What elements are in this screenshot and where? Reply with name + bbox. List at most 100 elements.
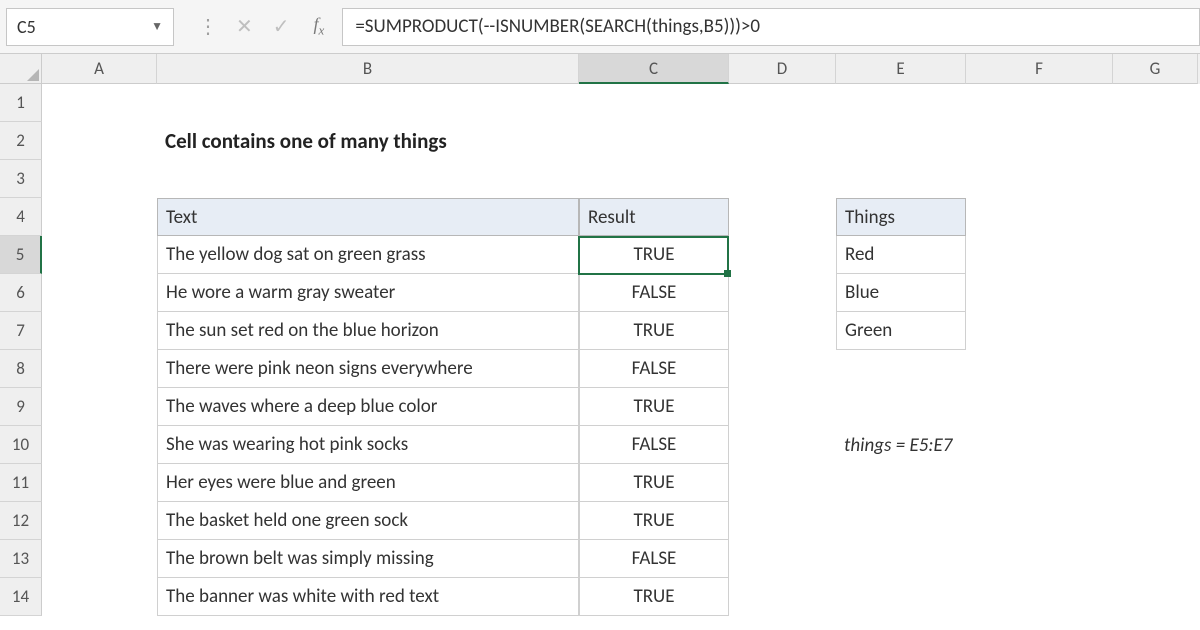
cell[interactable] — [42, 198, 157, 236]
cell[interactable] — [729, 122, 836, 160]
row-header[interactable]: 1 — [0, 84, 42, 122]
cell[interactable] — [1113, 274, 1198, 312]
cell[interactable] — [729, 426, 836, 464]
cell[interactable] — [836, 350, 966, 388]
cell[interactable] — [966, 312, 1113, 350]
cell[interactable] — [42, 388, 157, 426]
page-title[interactable]: Cell contains one of many things — [157, 122, 579, 160]
cell[interactable] — [966, 274, 1113, 312]
cell[interactable] — [579, 160, 729, 198]
row-header[interactable]: 8 — [0, 350, 42, 388]
cell[interactable] — [1113, 198, 1198, 236]
cell[interactable] — [42, 502, 157, 540]
cell[interactable] — [42, 578, 157, 616]
table-row-result[interactable]: FALSE — [579, 426, 729, 464]
cell[interactable] — [1113, 464, 1198, 502]
table-header-result[interactable]: Result — [579, 198, 729, 236]
col-header-B[interactable]: B — [157, 54, 579, 84]
cell[interactable] — [729, 502, 836, 540]
named-range-note[interactable]: things = E5:E7 — [836, 426, 966, 464]
table-row[interactable]: The brown belt was simply missing — [157, 540, 579, 578]
table-row-result[interactable]: TRUE — [579, 312, 729, 350]
cell[interactable] — [42, 426, 157, 464]
drag-handle-icon[interactable]: ⋮ — [198, 14, 216, 39]
cell[interactable] — [729, 540, 836, 578]
table-row-result[interactable]: TRUE — [579, 464, 729, 502]
cell[interactable] — [966, 426, 1113, 464]
name-box[interactable]: C5 ▼ — [6, 8, 174, 46]
cell[interactable] — [42, 84, 157, 122]
cell[interactable] — [966, 198, 1113, 236]
formula-input[interactable]: =SUMPRODUCT(--ISNUMBER(SEARCH(things,B5)… — [342, 8, 1200, 46]
table-row-result[interactable]: TRUE — [579, 502, 729, 540]
cell[interactable] — [966, 236, 1113, 274]
cell[interactable] — [1113, 388, 1198, 426]
cell[interactable] — [157, 160, 579, 198]
select-all-triangle[interactable] — [0, 54, 42, 84]
cell[interactable] — [966, 502, 1113, 540]
cell[interactable] — [579, 84, 729, 122]
col-header-A[interactable]: A — [42, 54, 157, 84]
table-row-result[interactable]: TRUE — [579, 236, 729, 274]
cell[interactable] — [42, 312, 157, 350]
cell[interactable] — [836, 160, 966, 198]
cell[interactable] — [729, 274, 836, 312]
table-row[interactable]: The basket held one green sock — [157, 502, 579, 540]
row-header[interactable]: 13 — [0, 540, 42, 578]
things-item[interactable]: Blue — [836, 274, 966, 312]
col-header-C[interactable]: C — [579, 54, 729, 84]
things-item[interactable]: Green — [836, 312, 966, 350]
cell[interactable] — [729, 350, 836, 388]
table-row[interactable]: He wore a warm gray sweater — [157, 274, 579, 312]
cell[interactable] — [966, 160, 1113, 198]
table-row[interactable]: There were pink neon signs everywhere — [157, 350, 579, 388]
cell[interactable] — [1113, 426, 1198, 464]
cell[interactable] — [157, 84, 579, 122]
row-header[interactable]: 12 — [0, 502, 42, 540]
things-header[interactable]: Things — [836, 198, 966, 236]
enter-icon[interactable]: ✓ — [273, 14, 290, 39]
row-header[interactable]: 6 — [0, 274, 42, 312]
fx-icon[interactable]: fx — [314, 14, 325, 39]
row-header[interactable]: 14 — [0, 578, 42, 616]
cell[interactable] — [729, 160, 836, 198]
row-header[interactable]: 11 — [0, 464, 42, 502]
cell[interactable] — [1113, 84, 1198, 122]
table-header-text[interactable]: Text — [157, 198, 579, 236]
col-header-G[interactable]: G — [1113, 54, 1198, 84]
cell[interactable] — [729, 388, 836, 426]
cell[interactable] — [1113, 160, 1198, 198]
cell[interactable] — [579, 122, 729, 160]
table-row-result[interactable]: TRUE — [579, 578, 729, 616]
cell[interactable] — [836, 84, 966, 122]
spreadsheet-grid[interactable]: A B C D E F G 1 2 Cell contains one of m… — [0, 54, 1200, 616]
table-row-result[interactable]: FALSE — [579, 350, 729, 388]
row-header[interactable]: 9 — [0, 388, 42, 426]
col-header-D[interactable]: D — [729, 54, 836, 84]
cell[interactable] — [836, 122, 966, 160]
table-row[interactable]: The waves where a deep blue color — [157, 388, 579, 426]
cell[interactable] — [966, 540, 1113, 578]
cell[interactable] — [729, 236, 836, 274]
row-header[interactable]: 5 — [0, 236, 42, 274]
cancel-icon[interactable]: ✕ — [236, 14, 253, 39]
cell[interactable] — [966, 84, 1113, 122]
row-header[interactable]: 7 — [0, 312, 42, 350]
table-row[interactable]: She was wearing hot pink socks — [157, 426, 579, 464]
cell[interactable] — [836, 388, 966, 426]
cell[interactable] — [729, 464, 836, 502]
cell[interactable] — [1113, 236, 1198, 274]
table-row[interactable]: Her eyes were blue and green — [157, 464, 579, 502]
cell[interactable] — [42, 236, 157, 274]
cell[interactable] — [966, 464, 1113, 502]
dropdown-icon[interactable]: ▼ — [151, 19, 163, 34]
cell[interactable] — [42, 540, 157, 578]
cell[interactable] — [42, 274, 157, 312]
cell[interactable] — [42, 160, 157, 198]
cell[interactable] — [1113, 578, 1198, 616]
row-header[interactable]: 3 — [0, 160, 42, 198]
table-row[interactable]: The yellow dog sat on green grass — [157, 236, 579, 274]
cell[interactable] — [966, 388, 1113, 426]
row-header[interactable]: 10 — [0, 426, 42, 464]
cell[interactable] — [966, 122, 1113, 160]
